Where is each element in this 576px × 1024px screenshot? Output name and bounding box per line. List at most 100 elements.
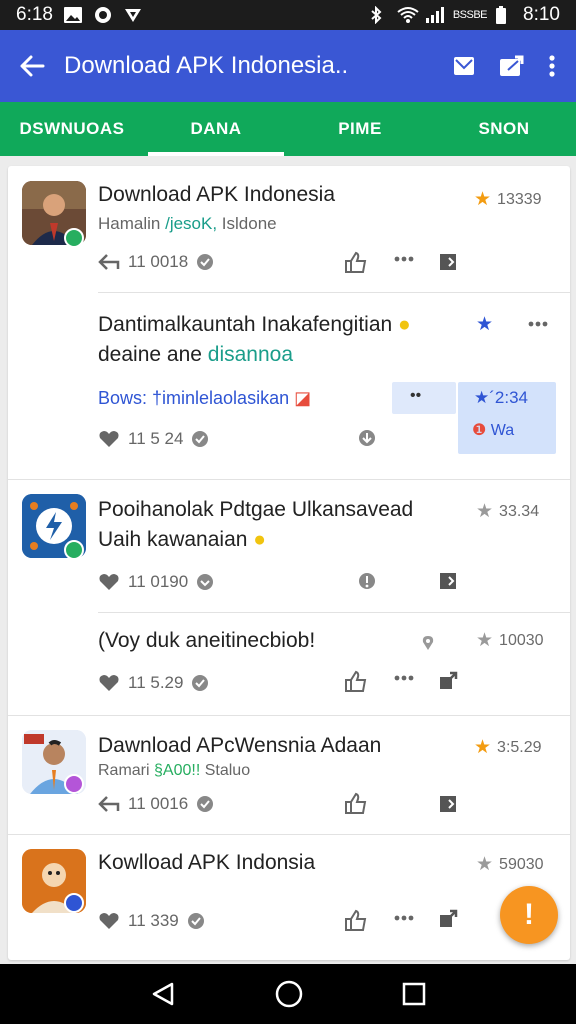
- mail-icon: [454, 57, 474, 75]
- heart-icon[interactable]: [98, 674, 120, 692]
- like-icon[interactable]: [344, 251, 368, 273]
- reaction-popup[interactable]: ★´2:34 ❶ Wa: [458, 382, 556, 454]
- list-item[interactable]: Dantimalkauntah Inakafengitian ● deaine …: [8, 293, 570, 479]
- feed-list: Download APK Indonesia Hamalin /jesoK, I…: [8, 166, 570, 960]
- battery-icon: [495, 6, 515, 24]
- signal-icon: [425, 6, 445, 24]
- popup-dots[interactable]: ••: [392, 382, 456, 414]
- share-icon[interactable]: [438, 909, 458, 929]
- nav-home-button[interactable]: [275, 980, 303, 1008]
- nav-recents-icon: [403, 982, 426, 1006]
- nav-home-icon: [275, 980, 303, 1008]
- tab-1[interactable]: DSWNUOAS: [0, 102, 144, 156]
- popup-label: ❶ Wa: [472, 420, 514, 440]
- bookmark-icon[interactable]: [438, 794, 458, 814]
- item-count: 11 0018: [128, 252, 189, 271]
- carrier-label: BSSBE: [452, 9, 488, 21]
- nav-recents-button[interactable]: [402, 982, 426, 1006]
- like-icon[interactable]: [344, 909, 368, 931]
- like-icon[interactable]: [344, 792, 368, 814]
- emoji-icon: ●: [253, 528, 266, 551]
- item-subtitle-b: §A00!!: [154, 762, 201, 779]
- more-horiz-icon[interactable]: [394, 256, 414, 262]
- item-actions: 11 0018: [98, 252, 214, 272]
- list-item[interactable]: Kowlload APK Indonsia ★ 59030 11 339: [8, 835, 570, 960]
- mail-button[interactable]: [452, 54, 476, 78]
- more-horiz-icon[interactable]: [394, 675, 414, 681]
- share-button[interactable]: [498, 54, 526, 78]
- share-icon[interactable]: [438, 671, 458, 691]
- back-button[interactable]: [0, 30, 64, 102]
- tab-4[interactable]: SNON: [432, 102, 576, 156]
- exclamation-icon: !: [524, 898, 534, 931]
- heart-badge-icon: ❶: [472, 422, 487, 439]
- system-nav-bar: [0, 964, 576, 1024]
- rating-value: 10030: [499, 631, 544, 649]
- download-icon[interactable]: [358, 429, 376, 447]
- item-actions: 11 5.29: [98, 673, 209, 693]
- item-link[interactable]: Bows: †iminlelaolasikan ◪: [98, 388, 311, 409]
- nav-back-button[interactable]: [150, 981, 176, 1007]
- popup-label-text: Wa: [490, 422, 515, 439]
- arrow-back-icon: [19, 54, 45, 78]
- rating: ★ 59030: [476, 853, 544, 876]
- popup-dots-text: ••: [410, 387, 422, 404]
- rating: ★ 10030: [476, 629, 544, 652]
- list-item[interactable]: Download APK Indonesia Hamalin /jesoK, I…: [8, 166, 570, 292]
- rating: ★ 3:5.29: [474, 736, 542, 759]
- more-vert-button[interactable]: [548, 54, 556, 78]
- rating-value: 33.34: [499, 502, 540, 520]
- heart-icon[interactable]: [98, 430, 120, 448]
- item-actions: 11 339: [98, 911, 205, 931]
- item-subtitle-c: Isldone: [217, 214, 277, 233]
- status-time-left: 6:18: [16, 4, 53, 25]
- list-item[interactable]: (Voy duk aneitinecbiob! ★ 10030 11 5.29: [8, 613, 570, 715]
- check-badge-icon: [187, 912, 205, 930]
- alert-fab-button[interactable]: !: [500, 886, 558, 944]
- list-item[interactable]: Pooihanolak Pdtgae Ulkansavead Uaih kawa…: [8, 480, 570, 612]
- item-link-text: Bows: †iminlelaolasikan: [98, 388, 290, 408]
- info-icon[interactable]: [358, 572, 376, 590]
- rating: ★ 33.34: [476, 500, 539, 523]
- item-subtitle-a: Ramari: [98, 762, 155, 779]
- more-vert-icon: [549, 55, 555, 77]
- sync-icon: [93, 6, 113, 24]
- item-title: (Voy duk aneitinecbiob!: [98, 629, 316, 652]
- item-subtitle: Ramari §A00!! Staluo: [98, 762, 250, 780]
- rating: ★ 13339: [474, 188, 542, 211]
- item-title-line2-text: Uaih kawanaian: [98, 528, 248, 551]
- bookmark-icon[interactable]: [438, 571, 458, 591]
- status-bar: 6:18 BSSBE 8:10: [0, 0, 576, 30]
- tab-4-label: SNON: [478, 119, 530, 138]
- flag-icon: ◪: [294, 388, 312, 408]
- check-badge-icon: [191, 430, 209, 448]
- tab-1-label: DSWNUOAS: [19, 119, 125, 138]
- tab-2[interactable]: DANA: [144, 102, 288, 156]
- reply-icon[interactable]: [98, 253, 120, 271]
- more-horiz-icon[interactable]: [394, 915, 414, 921]
- tab-3[interactable]: PIME: [288, 102, 432, 156]
- reply-icon[interactable]: [98, 795, 120, 813]
- check-badge-icon: [196, 253, 214, 271]
- star-icon: ★: [476, 314, 494, 335]
- item-count: 11 0016: [128, 794, 189, 813]
- nav-back-icon: [152, 982, 173, 1006]
- item-actions: 11 5 24: [98, 429, 209, 449]
- item-count: 11 5 24: [128, 429, 184, 448]
- share-icon: [500, 55, 524, 76]
- item-subtitle: Hamalin /jesoK, Isldone: [98, 214, 277, 234]
- heart-icon[interactable]: [98, 573, 120, 591]
- item-title-line2-b: disannoa: [207, 343, 294, 366]
- item-count: 11 0190: [128, 572, 189, 591]
- item-actions: 11 0016: [98, 794, 214, 814]
- more-horiz-icon[interactable]: [528, 321, 548, 327]
- location-icon: [422, 635, 434, 651]
- star-icon: ★: [474, 737, 492, 758]
- rating-value: 13339: [497, 190, 542, 208]
- like-icon[interactable]: [344, 670, 368, 692]
- star-icon: ★: [476, 854, 494, 875]
- bookmark-icon[interactable]: [438, 252, 458, 272]
- list-item[interactable]: Dawnload APcWensnia Adaan Ramari §A00!! …: [8, 716, 570, 834]
- heart-icon[interactable]: [98, 912, 120, 930]
- item-title-text: Dantimalkauntah Inakafengitian: [98, 313, 393, 336]
